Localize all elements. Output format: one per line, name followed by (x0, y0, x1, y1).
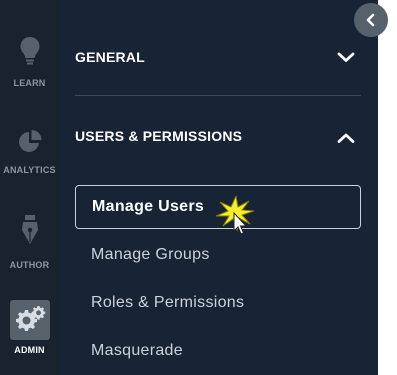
menu-item-label: Masquerade (91, 342, 183, 359)
rail-label-admin: ADMIN (14, 345, 45, 355)
pie-chart-icon (18, 130, 41, 152)
section-users-permissions-title: USERS & PERMISSIONS (75, 128, 243, 144)
menu-item-masquerade[interactable]: Masquerade (75, 330, 329, 372)
lightbulb-icon (20, 37, 39, 65)
admin-nav-panel: GENERAL USERS & PERMISSIONS Manage Users… (59, 0, 378, 375)
rail-item-author[interactable]: AUTHOR (0, 214, 59, 270)
menu-item-roles-permissions[interactable]: Roles & Permissions (75, 282, 329, 324)
menu-item-label: Roles & Permissions (91, 294, 245, 311)
section-general-title: GENERAL (75, 49, 145, 65)
content-edge (378, 0, 397, 375)
section-divider (75, 95, 361, 96)
gear-icon (15, 306, 45, 331)
section-users-permissions-header[interactable]: USERS & PERMISSIONS (75, 126, 355, 146)
pen-nib-icon (21, 215, 38, 244)
icon-rail: LEARN ANALYTICS AUTHOR ADMIN (0, 0, 59, 375)
rail-item-analytics[interactable]: ANALYTICS (0, 129, 59, 175)
chevron-down-icon (337, 52, 355, 62)
rail-item-learn[interactable]: LEARN (0, 36, 59, 88)
chevron-up-icon (337, 133, 355, 143)
menu-item-label: Manage Groups (91, 246, 210, 263)
menu-item-label: Manage Users (92, 198, 205, 215)
chevron-left-icon (366, 13, 375, 27)
section-general-header[interactable]: GENERAL (75, 47, 355, 67)
collapse-panel-button[interactable] (354, 3, 388, 37)
menu-item-manage-groups[interactable]: Manage Groups (75, 234, 329, 276)
rail-label-analytics: ANALYTICS (3, 165, 56, 175)
rail-label-author: AUTHOR (9, 260, 50, 270)
admin-active-tile (9, 300, 50, 340)
rail-item-admin[interactable]: ADMIN (0, 300, 59, 355)
rail-label-learn: LEARN (13, 78, 46, 88)
click-burst-cursor-icon (215, 196, 255, 235)
